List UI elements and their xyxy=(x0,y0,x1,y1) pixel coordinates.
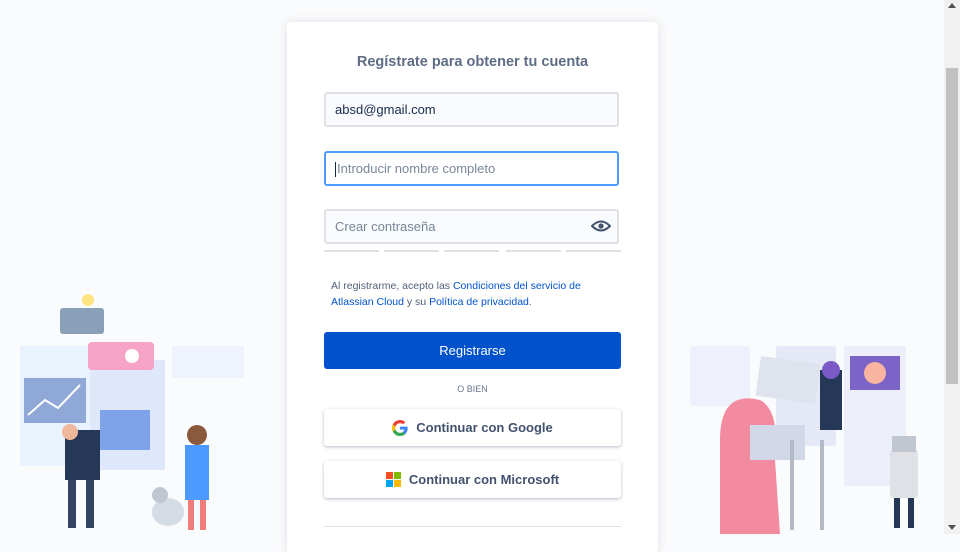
right-illustration xyxy=(690,346,918,534)
google-signin-button[interactable]: Continuar con Google xyxy=(324,409,621,446)
scrollbar-thumb[interactable] xyxy=(946,68,958,384)
terms-text: Al registrarme, acepto las Condiciones d… xyxy=(331,280,581,308)
password-placeholder: Crear contraseña xyxy=(335,219,436,234)
text-caret xyxy=(335,162,336,178)
left-illustration xyxy=(20,294,244,530)
signup-card: Regístrate para obtener tu cuenta absd@g… xyxy=(287,22,658,552)
microsoft-signin-button[interactable]: Continuar con Microsoft xyxy=(324,461,621,498)
register-button[interactable]: Registrarse xyxy=(324,332,621,369)
scroll-down-arrow-icon[interactable] xyxy=(948,525,956,530)
microsoft-logo-icon xyxy=(385,472,401,488)
password-input[interactable]: Crear contraseña xyxy=(324,209,619,244)
full-name-placeholder: Introducir nombre completo xyxy=(337,161,496,176)
password-strength-meter xyxy=(324,250,621,253)
card-divider xyxy=(324,526,621,527)
email-field[interactable]: absd@gmail.com xyxy=(324,92,619,127)
privacy-link[interactable]: Política de privacidad xyxy=(429,296,529,308)
google-button-label: Continuar con Google xyxy=(416,420,553,435)
scroll-up-arrow-icon[interactable] xyxy=(948,3,956,8)
microsoft-button-label: Continuar con Microsoft xyxy=(408,472,560,487)
signup-title: Regístrate para obtener tu cuenta xyxy=(356,54,589,70)
google-logo-icon xyxy=(392,419,408,436)
vertical-scrollbar[interactable] xyxy=(944,0,960,534)
or-separator: O BIEN xyxy=(457,384,488,394)
full-name-input[interactable]: Introducir nombre completo xyxy=(324,151,619,186)
eye-icon[interactable] xyxy=(591,219,611,233)
